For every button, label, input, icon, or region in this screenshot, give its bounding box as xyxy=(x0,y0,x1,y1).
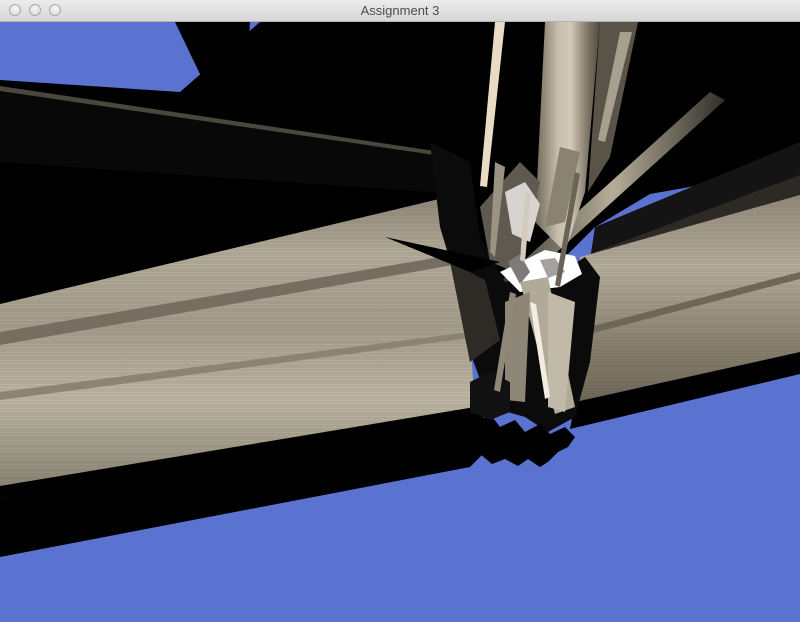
app-window: Assignment 3 xyxy=(0,0,800,622)
window-title: Assignment 3 xyxy=(360,3,440,18)
rendered-scene xyxy=(0,22,800,622)
title-bar[interactable]: Assignment 3 xyxy=(0,0,800,22)
3d-viewport[interactable] xyxy=(0,22,800,622)
